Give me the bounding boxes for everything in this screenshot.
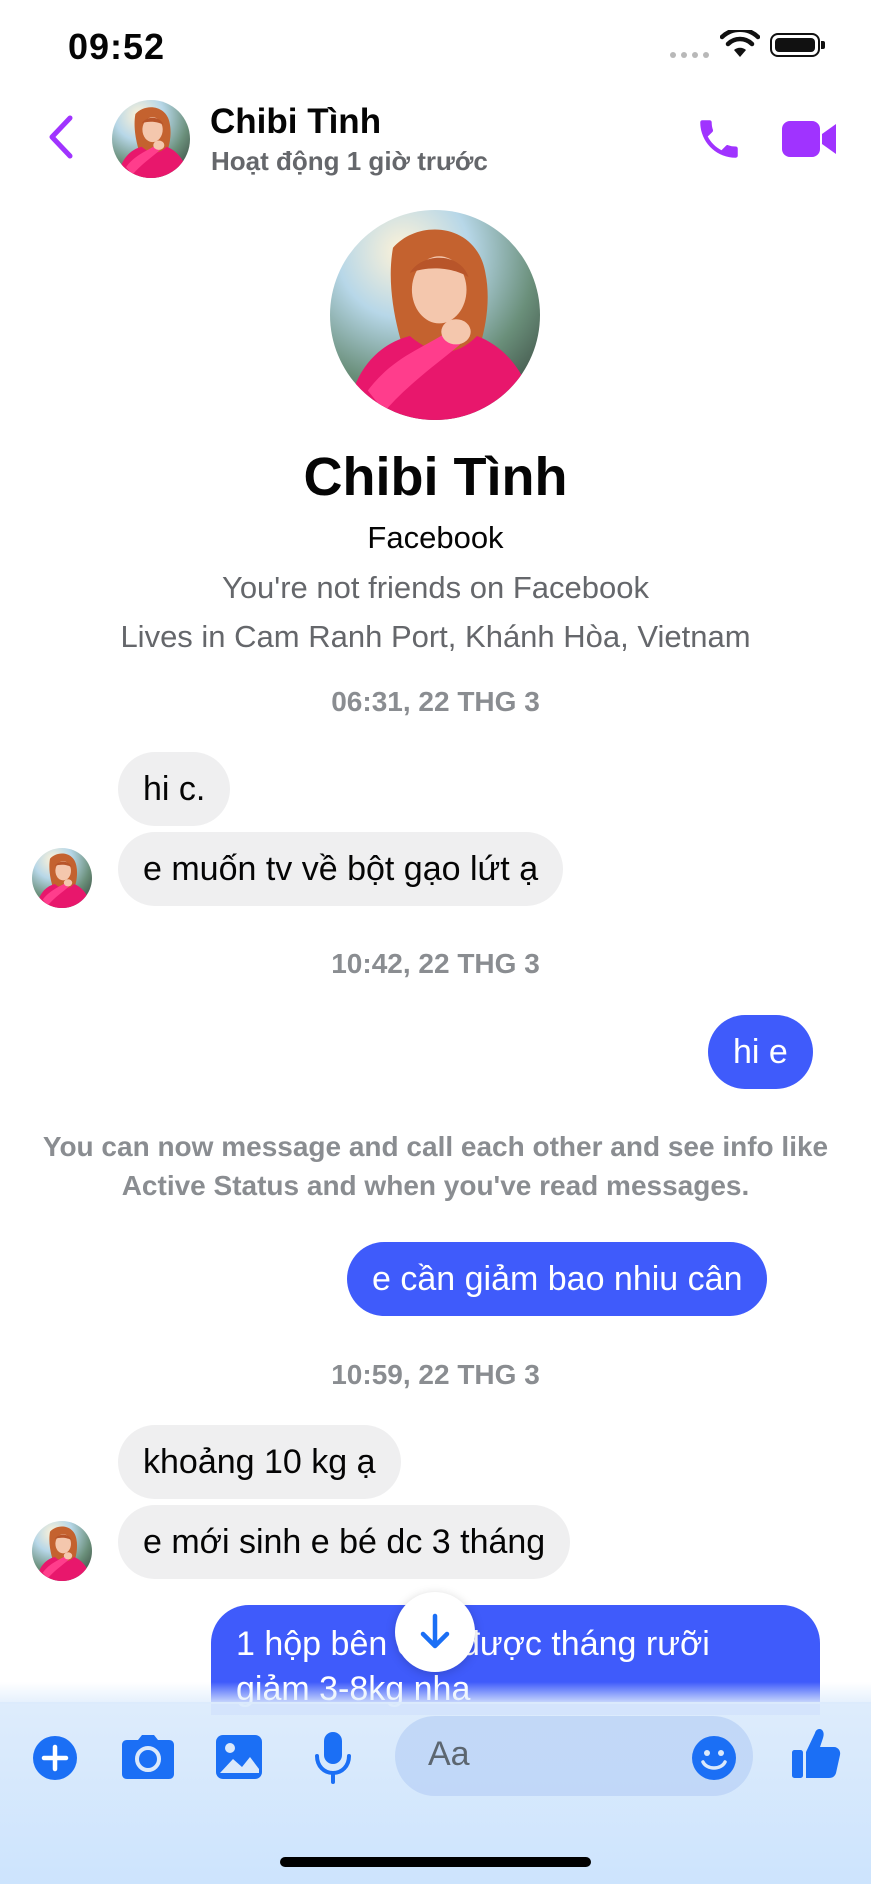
active-status: Hoạt động 1 giờ trước [211, 146, 488, 176]
image-icon[interactable] [214, 1733, 264, 1781]
profile-avatar[interactable] [330, 210, 540, 420]
camera-icon[interactable] [121, 1734, 175, 1780]
timestamp: 10:42, 22 THG 3 [331, 948, 540, 979]
friend-status: You're not friends on Facebook [221, 570, 649, 605]
emoji-icon[interactable] [691, 1735, 737, 1781]
plus-icon[interactable] [32, 1735, 78, 1781]
profile-location: Lives in Cam Ranh Port, Khánh Hòa, Vietn… [120, 619, 751, 654]
profile-name: Chibi Tình [303, 447, 568, 507]
back-chevron-icon[interactable] [42, 112, 82, 162]
message-bubble-outgoing[interactable]: hi e [708, 1015, 813, 1089]
timestamp: 10:59, 22 THG 3 [331, 1359, 540, 1390]
timestamp: 06:31, 22 THG 3 [331, 686, 540, 717]
sender-avatar[interactable] [32, 848, 92, 908]
message-bubble-incoming[interactable]: hi c. [118, 752, 231, 826]
phone-icon[interactable] [694, 114, 744, 164]
sender-avatar[interactable] [32, 1521, 92, 1581]
microphone-icon[interactable] [312, 1730, 354, 1786]
video-camera-icon[interactable] [780, 118, 838, 160]
battery-icon [770, 33, 825, 57]
profile-source: Facebook [367, 520, 504, 555]
wifi-icon [720, 30, 760, 57]
thumbs-up-icon[interactable] [790, 1726, 842, 1780]
scroll-to-bottom-button[interactable] [395, 1592, 475, 1672]
message-bubble-incoming[interactable]: khoảng 10 kg ạ [118, 1425, 401, 1499]
arrow-down-icon [420, 1613, 450, 1649]
composer-fade [0, 1682, 871, 1704]
status-time: 09:52 [68, 26, 166, 67]
message-bubble-incoming[interactable]: e mới sinh e bé dc 3 tháng [118, 1505, 571, 1579]
header-avatar[interactable] [112, 100, 190, 178]
contact-name[interactable]: Chibi Tình [210, 102, 381, 142]
message-input-placeholder: Aa [428, 1735, 470, 1773]
message-bubble-incoming[interactable]: e muốn tv về bột gạo lứt ạ [118, 832, 564, 906]
system-message: You can now message and call each other … [42, 1131, 829, 1201]
home-indicator [280, 1857, 591, 1867]
cellular-signal-icon [670, 52, 709, 58]
message-bubble-outgoing[interactable]: e cần giảm bao nhiu cân [347, 1242, 768, 1316]
